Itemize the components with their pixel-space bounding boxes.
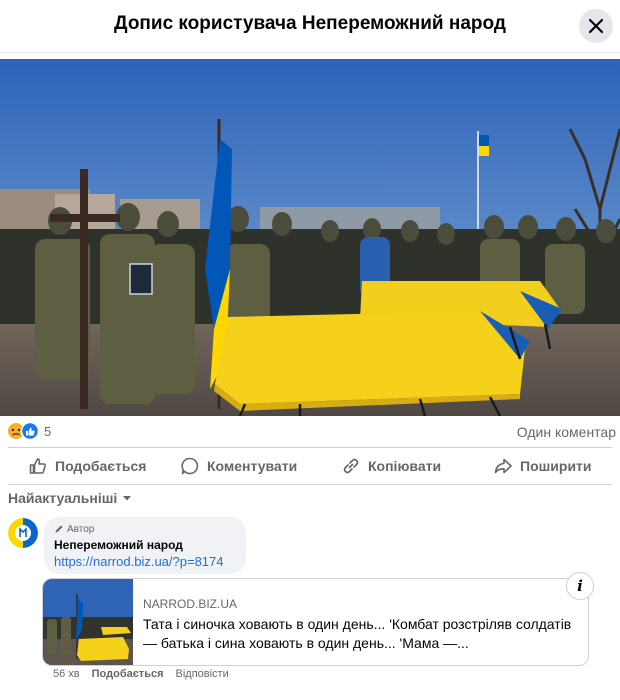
reaction-count[interactable]: 5 <box>44 424 51 439</box>
caret-down-icon <box>123 496 132 501</box>
info-button[interactable]: i <box>566 572 594 600</box>
link-thumbnail <box>43 579 133 665</box>
like-icon <box>29 458 46 474</box>
sort-label: Найактуальніші <box>8 490 118 506</box>
like-reaction-icon <box>20 421 40 441</box>
divider <box>8 447 612 448</box>
dialog-title: Допис користувача Непереможний народ <box>114 13 506 34</box>
copy-label: Копіювати <box>368 458 442 474</box>
divider <box>8 484 612 485</box>
link-preview-card[interactable]: NARROD.BIZ.UA Тата і синочка ховають в о… <box>42 578 589 666</box>
avatar-logo-icon <box>8 518 38 548</box>
comment-label: Коментувати <box>207 458 298 474</box>
comment-link[interactable]: https://narrod.biz.ua/?p=8174 <box>54 554 236 569</box>
pen-icon <box>55 525 63 533</box>
post-actions: Подобається Коментувати Копіювати Пошири… <box>0 449 620 483</box>
reaction-icons[interactable] <box>7 421 41 441</box>
comment-author[interactable]: Непереможний народ <box>54 538 236 552</box>
copy-button[interactable]: Копіювати <box>341 454 441 478</box>
comment-like-button[interactable]: Подобається <box>92 668 164 680</box>
comment-bubble: Автор Непереможний народ https://narrod.… <box>44 517 246 574</box>
link-domain: NARROD.BIZ.UA <box>143 597 238 611</box>
comment-sort-dropdown[interactable]: Найактуальніші <box>8 488 133 508</box>
comment-icon <box>181 457 199 475</box>
funeral-ceremony-photo <box>0 59 620 416</box>
dialog-header: Допис користувача Непереможний народ <box>0 0 620 53</box>
close-button[interactable] <box>579 9 613 43</box>
author-badge-label: Автор <box>67 523 95 535</box>
share-button[interactable]: Поширити <box>493 454 592 478</box>
author-badge: Автор <box>54 523 236 535</box>
comment-button[interactable]: Коментувати <box>180 454 297 478</box>
link-thumbnail-photo <box>43 579 133 665</box>
comment-count[interactable]: Один коментар <box>517 424 616 440</box>
close-icon <box>588 18 604 34</box>
comment-time[interactable]: 56 хв <box>53 668 80 680</box>
link-icon <box>343 458 359 474</box>
comment-reply-button[interactable]: Відповісти <box>176 668 229 680</box>
post-photo[interactable] <box>0 59 620 416</box>
share-icon <box>494 458 512 474</box>
like-label: Подобається <box>55 458 147 474</box>
reactions-summary: 5 Один коментар <box>0 418 620 446</box>
share-label: Поширити <box>520 458 592 474</box>
comment-meta: 56 хв Подобається Відповісти <box>53 668 229 680</box>
avatar[interactable] <box>8 518 38 548</box>
like-button[interactable]: Подобається <box>28 454 146 478</box>
info-icon: i <box>577 577 583 595</box>
link-title: Тата і синочка ховають в один день... 'К… <box>143 616 572 651</box>
